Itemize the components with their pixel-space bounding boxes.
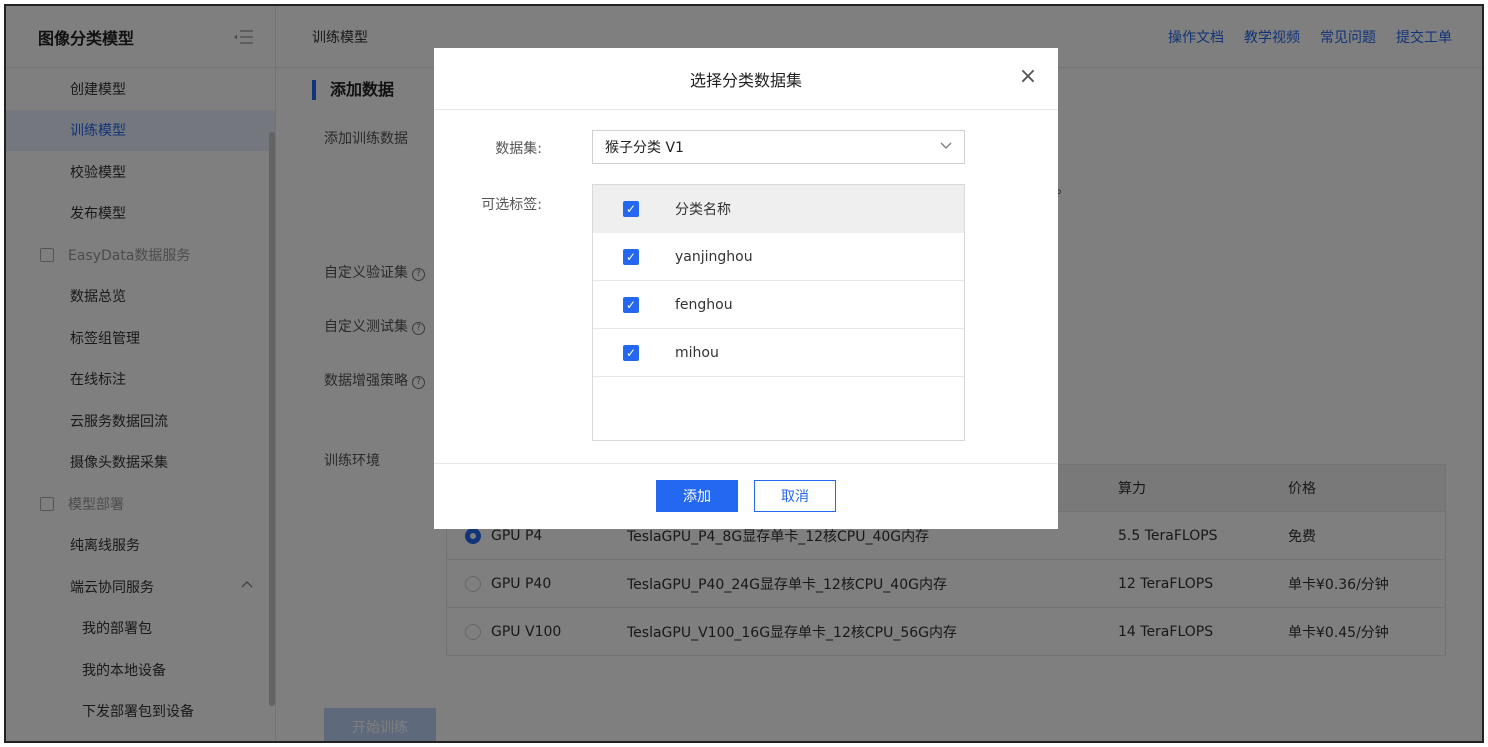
list-item[interactable]: ✓ yanjinghou (593, 233, 964, 281)
cancel-button[interactable]: 取消 (754, 480, 836, 512)
dataset-select-value: 猴子分类 V1 (605, 140, 684, 156)
modal-footer: 添加 取消 (434, 463, 1058, 529)
list-item[interactable]: ✓ fenghou (593, 281, 964, 329)
tag-label: fenghou (675, 296, 733, 313)
tag-list-header: ✓ 分类名称 (593, 185, 964, 233)
tag-checkbox[interactable]: ✓ (623, 345, 639, 361)
list-item[interactable]: ✓ mihou (593, 329, 964, 377)
tag-checkbox[interactable]: ✓ (623, 249, 639, 265)
tag-list: ✓ 分类名称 ✓ yanjinghou ✓ fenghou ✓ mihou (592, 184, 965, 441)
tag-rows: ✓ yanjinghou ✓ fenghou ✓ mihou (593, 233, 964, 377)
tag-label: mihou (675, 344, 719, 361)
modal-title: 选择分类数据集 (689, 70, 802, 90)
app-window: 图像分类模型 创建模型训练模型校验模型发布模型EasyData数据服务数据总览标… (4, 4, 1484, 743)
select-dataset-modal: 选择分类数据集 × 数据集: 猴子分类 V1 可选标签: ✓ 分类名称 ✓ yan… (434, 48, 1058, 529)
tag-checkbox[interactable]: ✓ (623, 297, 639, 313)
select-all-checkbox[interactable]: ✓ (623, 201, 639, 217)
add-button[interactable]: 添加 (656, 480, 738, 512)
dataset-select[interactable]: 猴子分类 V1 (592, 130, 965, 164)
dataset-label: 数据集: (495, 141, 542, 157)
tag-label: yanjinghou (675, 248, 753, 265)
tags-label: 可选标签: (481, 197, 542, 213)
tag-header-label: 分类名称 (675, 202, 731, 218)
modal-header: 选择分类数据集 × (434, 48, 1058, 110)
close-icon[interactable]: × (1016, 66, 1040, 90)
chevron-down-icon (940, 138, 952, 155)
